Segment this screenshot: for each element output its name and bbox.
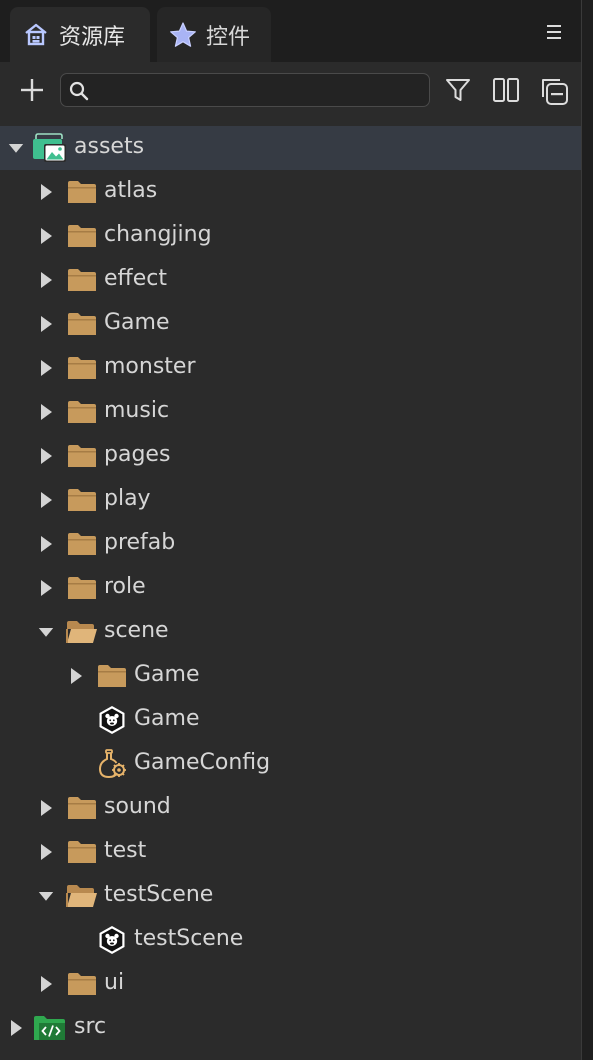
- tree-item-role[interactable]: role: [0, 566, 581, 610]
- tree-item-label: atlas: [104, 178, 158, 203]
- tree-item-gameconfig[interactable]: GameConfig: [0, 742, 581, 786]
- tree-item-label: monster: [104, 354, 196, 379]
- collapsed-arrow-icon[interactable]: [38, 536, 54, 552]
- tree-item-test[interactable]: test: [0, 830, 581, 874]
- tree-item-testscene[interactable]: testScene: [0, 918, 581, 962]
- split-view-icon[interactable]: [490, 74, 522, 106]
- asset-tree: assets atlas changjing effect Game monster mus…: [0, 126, 581, 1060]
- collapsed-arrow-icon[interactable]: [38, 976, 54, 992]
- tree-item-label: play: [104, 486, 151, 511]
- tab-label: 控件: [206, 24, 251, 50]
- star-icon: [169, 21, 197, 49]
- src-folder-icon: [32, 1012, 68, 1044]
- folder-icon: [64, 220, 100, 252]
- tree-item-pages[interactable]: pages: [0, 434, 581, 478]
- tree-item-src[interactable]: src: [0, 1006, 581, 1050]
- toolbar: [0, 62, 581, 122]
- tree-item-label: role: [104, 574, 146, 599]
- tree-item-label: testScene: [134, 926, 244, 951]
- assets-icon: [32, 132, 68, 164]
- tree-item-game[interactable]: Game: [0, 654, 581, 698]
- collapsed-arrow-icon[interactable]: [38, 404, 54, 420]
- search-icon: [69, 81, 89, 105]
- tree-item-game[interactable]: Game: [0, 698, 581, 742]
- folder-icon: [64, 836, 100, 868]
- tree-item-label: testScene: [104, 882, 214, 907]
- tree-item-label: assets: [74, 134, 145, 159]
- collapsed-arrow-icon[interactable]: [38, 228, 54, 244]
- tree-item-effect[interactable]: effect: [0, 258, 581, 302]
- collapsed-arrow-icon[interactable]: [38, 844, 54, 860]
- tree-item-label: pages: [104, 442, 171, 467]
- tree-item-game[interactable]: Game: [0, 302, 581, 346]
- folder-icon: [64, 792, 100, 824]
- tree-item-ui[interactable]: ui: [0, 962, 581, 1006]
- tree-item-label: music: [104, 398, 170, 423]
- scene-file-icon: [94, 704, 130, 736]
- scene-file-icon: [94, 924, 130, 956]
- expanded-arrow-icon[interactable]: [8, 140, 24, 156]
- folder-icon: [64, 528, 100, 560]
- tree-item-changjing[interactable]: changjing: [0, 214, 581, 258]
- tree-item-monster[interactable]: monster: [0, 346, 581, 390]
- collapsed-arrow-icon[interactable]: [38, 184, 54, 200]
- tree-item-sound[interactable]: sound: [0, 786, 581, 830]
- collapsed-arrow-icon[interactable]: [8, 1020, 24, 1036]
- tree-item-label: Game: [134, 662, 200, 687]
- folder-icon: [64, 572, 100, 604]
- collapsed-arrow-icon[interactable]: [38, 316, 54, 332]
- collapsed-arrow-icon[interactable]: [38, 800, 54, 816]
- filter-icon[interactable]: [442, 74, 474, 106]
- tree-item-label: changjing: [104, 222, 212, 247]
- tree-item-label: Game: [104, 310, 170, 335]
- collapsed-arrow-icon[interactable]: [38, 448, 54, 464]
- tree-item-label: test: [104, 838, 147, 863]
- folder-icon: [64, 176, 100, 208]
- folder-icon: [64, 968, 100, 1000]
- asset-library-icon: [22, 21, 50, 49]
- collapsed-arrow-icon[interactable]: [38, 492, 54, 508]
- tree-item-label: Game: [134, 706, 200, 731]
- folder-icon: [64, 264, 100, 296]
- collapsed-arrow-icon[interactable]: [38, 360, 54, 376]
- tab-asset-library[interactable]: 资源库: [10, 7, 150, 62]
- tree-item-label: sound: [104, 794, 171, 819]
- folder-open-icon: [64, 616, 100, 648]
- folder-icon: [64, 308, 100, 340]
- collapse-all-icon[interactable]: [537, 74, 571, 108]
- search-input[interactable]: [99, 76, 423, 106]
- expanded-arrow-icon[interactable]: [38, 624, 54, 640]
- tree-item-scene[interactable]: scene: [0, 610, 581, 654]
- folder-open-icon: [64, 880, 100, 912]
- folder-icon: [94, 660, 130, 692]
- tree-item-testscene[interactable]: testScene: [0, 874, 581, 918]
- tree-item-label: ui: [104, 970, 125, 995]
- collapsed-arrow-icon[interactable]: [68, 668, 84, 684]
- tree-item-play[interactable]: play: [0, 478, 581, 522]
- tree-item-label: effect: [104, 266, 167, 291]
- tree-item-label: prefab: [104, 530, 176, 555]
- config-file-icon: [94, 748, 130, 780]
- tab-controls[interactable]: 控件: [157, 7, 271, 62]
- tree-item-label: src: [74, 1014, 107, 1039]
- asset-library-panel: 资源库 控件 assets atlas changjing effect Gam…: [0, 0, 582, 1060]
- menu-icon[interactable]: [542, 20, 566, 44]
- tab-bar: 资源库 控件: [0, 0, 581, 62]
- folder-icon: [64, 352, 100, 384]
- tree-item-atlas[interactable]: atlas: [0, 170, 581, 214]
- folder-icon: [64, 484, 100, 516]
- tree-item-prefab[interactable]: prefab: [0, 522, 581, 566]
- tree-item-music[interactable]: music: [0, 390, 581, 434]
- tree-item-assets[interactable]: assets: [0, 126, 581, 170]
- collapsed-arrow-icon[interactable]: [38, 272, 54, 288]
- search-field[interactable]: [60, 73, 430, 107]
- expanded-arrow-icon[interactable]: [38, 888, 54, 904]
- folder-icon: [64, 396, 100, 428]
- tree-item-label: scene: [104, 618, 169, 643]
- tab-label: 资源库: [59, 24, 126, 50]
- tree-item-label: GameConfig: [134, 750, 271, 775]
- plus-icon[interactable]: [16, 74, 48, 106]
- collapsed-arrow-icon[interactable]: [38, 580, 54, 596]
- folder-icon: [64, 440, 100, 472]
